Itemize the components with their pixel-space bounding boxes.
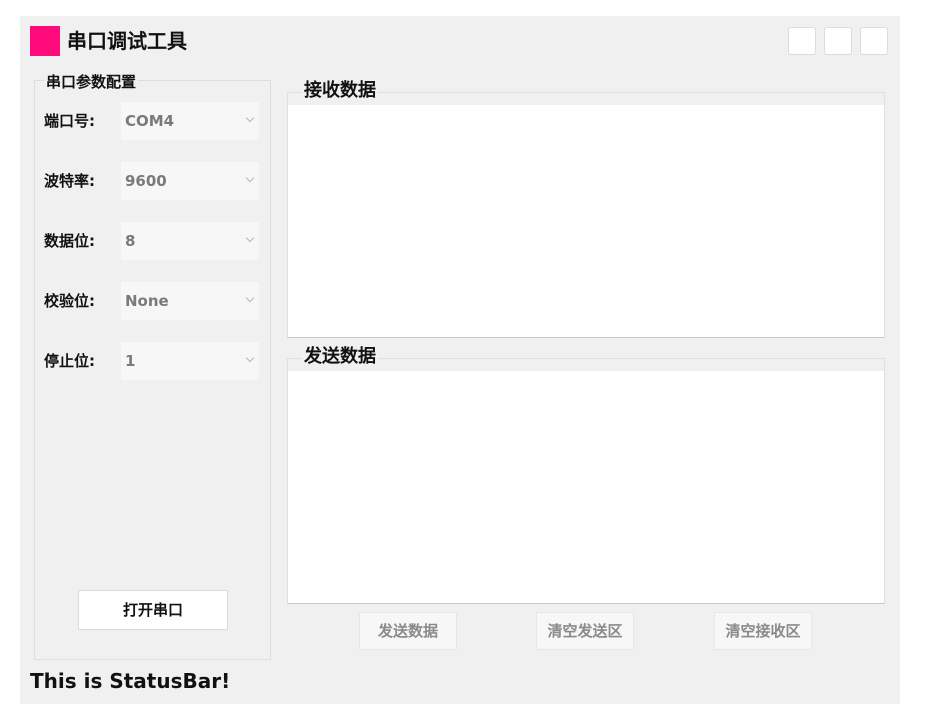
chevron-down-icon: [245, 173, 255, 183]
chevron-down-icon: [245, 233, 255, 243]
data-bits-select[interactable]: 8: [121, 222, 259, 260]
parity-row: 校验位: None: [44, 282, 260, 320]
close-button[interactable]: [860, 27, 888, 55]
settings-group-title: 串口参数配置: [44, 72, 139, 92]
clear-send-button[interactable]: 清空发送区: [536, 612, 634, 650]
send-panel: [287, 358, 885, 604]
port-select[interactable]: COM4: [121, 102, 259, 140]
data-bits-label: 数据位:: [44, 232, 95, 250]
parity-label: 校验位:: [44, 292, 95, 310]
stop-bits-row: 停止位: 1: [44, 342, 260, 380]
port-value: COM4: [125, 112, 175, 130]
stop-bits-select[interactable]: 1: [121, 342, 259, 380]
send-data-button[interactable]: 发送数据: [359, 612, 457, 650]
chevron-down-icon: [245, 353, 255, 363]
open-port-button[interactable]: 打开串口: [78, 590, 228, 630]
app-logo: [30, 26, 60, 56]
data-bits-value: 8: [125, 232, 136, 250]
maximize-button[interactable]: [824, 27, 852, 55]
stop-bits-label: 停止位:: [44, 352, 95, 370]
port-row: 端口号: COM4: [44, 102, 260, 140]
stop-bits-value: 1: [125, 352, 136, 370]
data-bits-row: 数据位: 8: [44, 222, 260, 260]
receive-textarea[interactable]: [288, 105, 884, 337]
baud-rate-row: 波特率: 9600: [44, 162, 260, 200]
parity-select[interactable]: None: [121, 282, 259, 320]
chevron-down-icon: [245, 113, 255, 123]
receive-panel: [287, 92, 885, 338]
receive-panel-title: 接收数据: [302, 80, 378, 102]
baud-rate-label: 波特率:: [44, 172, 95, 190]
parity-value: None: [125, 292, 169, 310]
minimize-button[interactable]: [788, 27, 816, 55]
chevron-down-icon: [245, 293, 255, 303]
clear-receive-button[interactable]: 清空接收区: [714, 612, 812, 650]
baud-rate-select[interactable]: 9600: [121, 162, 259, 200]
main-window: 串口调试工具 串口参数配置 端口号: COM4 波特率: 9600 数据位: 8…: [20, 16, 900, 704]
baud-rate-value: 9600: [125, 172, 167, 190]
send-textarea[interactable]: [288, 371, 884, 603]
status-bar: This is StatusBar!: [30, 669, 231, 693]
app-title: 串口调试工具: [67, 29, 187, 53]
send-panel-title: 发送数据: [302, 346, 378, 368]
port-label: 端口号:: [44, 112, 95, 130]
